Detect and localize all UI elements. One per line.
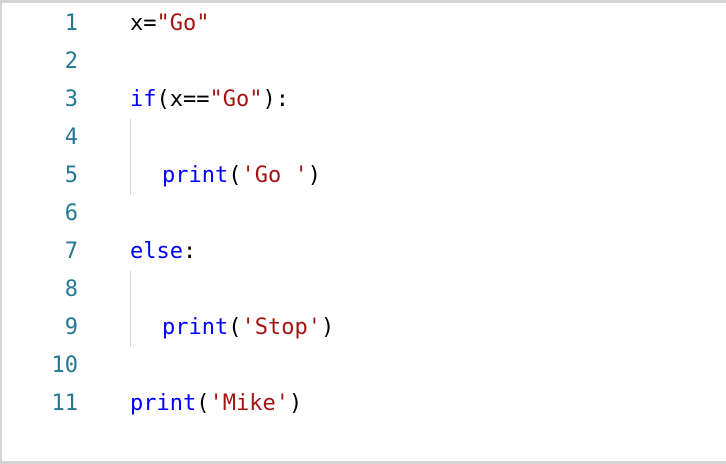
- line-number-7: 7: [64, 239, 78, 264]
- code-editor[interactable]: 1 x="Go" 2 3 if(x=="Go"): 4 5 print('Go …: [0, 0, 726, 464]
- code-line-10[interactable]: 10: [2, 347, 726, 385]
- code-line-2[interactable]: 2: [2, 43, 726, 81]
- code-token-text: (: [196, 391, 210, 416]
- code-line-4[interactable]: 4: [2, 119, 726, 157]
- code-token-string: 'Stop': [241, 315, 321, 340]
- code-token-keyword: else: [130, 239, 183, 264]
- code-line-6[interactable]: 6: [2, 195, 726, 233]
- code-text-line-1[interactable]: x="Go": [130, 5, 209, 43]
- code-token-function: print: [130, 391, 197, 416]
- code-text-line-7[interactable]: else:: [130, 233, 196, 271]
- line-number-3: 3: [64, 87, 78, 112]
- code-token-text: ):: [262, 87, 289, 112]
- line-number-6: 6: [64, 201, 78, 226]
- code-token-string: "Go": [156, 11, 210, 36]
- code-token-text: :: [182, 239, 197, 264]
- code-token-text: (: [228, 315, 242, 340]
- code-line-3[interactable]: 3 if(x=="Go"):: [2, 81, 726, 119]
- line-number-5: 5: [64, 163, 78, 188]
- line-number-1: 1: [64, 11, 78, 36]
- code-line-8[interactable]: 8: [2, 271, 726, 309]
- code-line-11[interactable]: 11 print('Mike'): [2, 385, 726, 423]
- code-token-identifier: x=: [130, 11, 157, 36]
- code-token-text: (x==: [156, 87, 210, 112]
- code-token-text: (: [228, 163, 242, 188]
- code-token-text: ): [288, 391, 303, 416]
- code-token-keyword: if: [130, 87, 157, 112]
- code-token-string: 'Mike': [209, 391, 289, 416]
- line-number-10: 10: [51, 353, 79, 378]
- code-token-string: 'Go ': [241, 163, 308, 188]
- line-number-4: 4: [64, 125, 78, 150]
- code-token-string: "Go": [209, 87, 263, 112]
- code-text-line-5[interactable]: print('Go '): [162, 157, 321, 195]
- line-number-11: 11: [51, 391, 79, 416]
- code-token-text: ): [307, 163, 321, 188]
- line-number-2: 2: [64, 49, 78, 74]
- line-number-9: 9: [64, 315, 78, 340]
- code-line-1[interactable]: 1 x="Go": [2, 5, 726, 43]
- code-text-line-9[interactable]: print('Stop'): [162, 309, 334, 347]
- code-text-line-11[interactable]: print('Mike'): [130, 385, 302, 423]
- line-number-8: 8: [64, 277, 78, 302]
- code-token-function: print: [162, 315, 229, 340]
- code-token-text: ): [320, 315, 335, 340]
- code-token-function: print: [162, 163, 229, 188]
- code-line-9[interactable]: 9 print('Stop'): [2, 309, 726, 347]
- code-line-7[interactable]: 7 else:: [2, 233, 726, 271]
- code-line-5[interactable]: 5 print('Go '): [2, 157, 726, 195]
- code-text-line-3[interactable]: if(x=="Go"):: [130, 81, 289, 119]
